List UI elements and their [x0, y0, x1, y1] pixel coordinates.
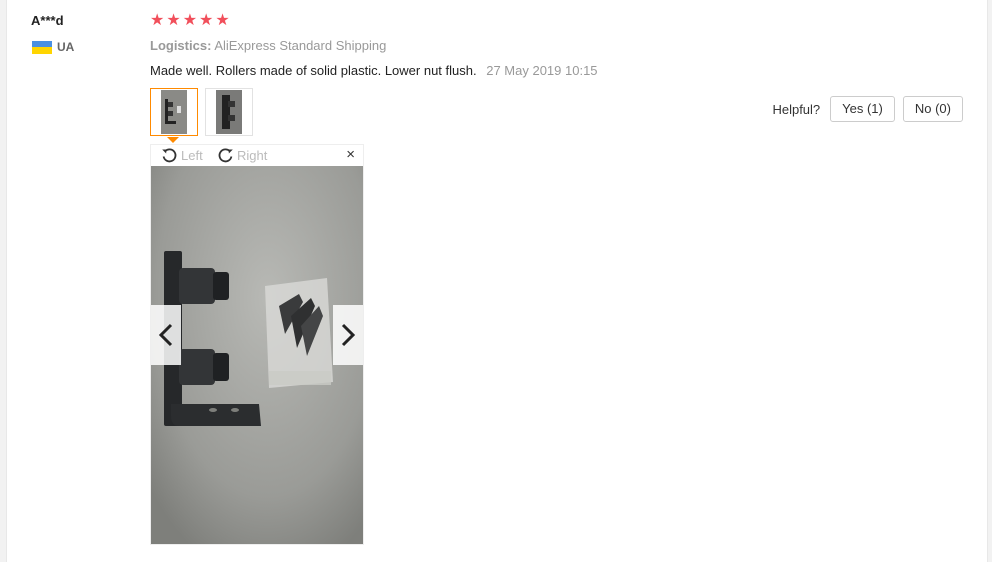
reviewer-country: UA	[32, 40, 74, 54]
review-date: 27 May 2019 10:15	[486, 63, 598, 78]
thumbnail-pointer	[167, 137, 179, 143]
helpful-yes-button[interactable]: Yes (1)	[830, 96, 895, 122]
star-icon: ★	[182, 12, 198, 29]
rotate-left-icon	[161, 147, 178, 164]
helpful-label: Helpful?	[772, 101, 821, 117]
review-photo-thumbnail-2[interactable]	[205, 88, 253, 136]
previous-photo-button[interactable]	[151, 305, 181, 365]
star-icon: ★	[215, 12, 230, 29]
star-icon: ★	[199, 12, 214, 29]
review-text: Made well. Rollers made of solid plastic…	[150, 63, 477, 78]
rotate-right-icon	[217, 147, 234, 164]
review-photo	[151, 166, 363, 544]
next-photo-button[interactable]	[333, 305, 363, 365]
logistics-value: AliExpress Standard Shipping	[214, 38, 387, 53]
star-rating: ★ ★ ★ ★ ★	[150, 11, 230, 31]
ukraine-flag-icon	[32, 40, 52, 54]
logistics-label: Logistics:	[150, 38, 212, 53]
star-icon: ★	[150, 12, 165, 29]
review-photo-thumbnail-1[interactable]	[150, 88, 198, 136]
chevron-left-icon	[151, 305, 181, 365]
chevron-right-icon	[333, 305, 363, 365]
reviewer-name: A***d	[31, 13, 64, 28]
photo-viewer-toolbar: Left Right ×	[151, 145, 363, 166]
star-icon: ★	[166, 12, 181, 29]
logistics-info: Logistics: AliExpress Standard Shipping	[150, 38, 386, 53]
rotate-left-button[interactable]: Left	[161, 147, 203, 164]
photo-viewer: Left Right ×	[150, 144, 364, 545]
helpful-no-button[interactable]: No (0)	[902, 96, 963, 122]
rotate-left-label: Left	[181, 148, 203, 163]
review-text-row: Made well. Rollers made of solid plastic…	[150, 63, 598, 78]
rotate-right-label: Right	[237, 148, 268, 163]
close-viewer-icon[interactable]: ×	[346, 146, 355, 164]
helpful-section: Helpful? Yes (1) No (0)	[772, 96, 963, 122]
country-code: UA	[57, 40, 75, 54]
rotate-right-button[interactable]: Right	[217, 147, 267, 164]
